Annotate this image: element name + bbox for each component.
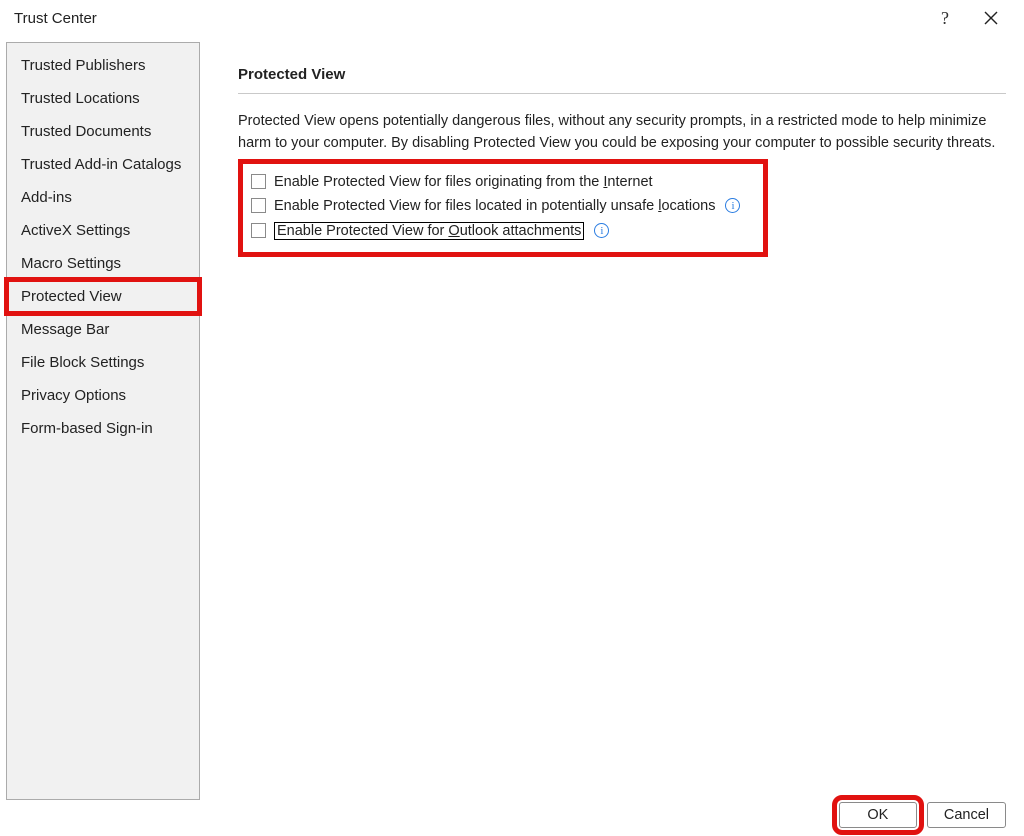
- sidebar-item-protected-view[interactable]: Protected View: [7, 280, 199, 313]
- close-icon: [984, 11, 998, 25]
- checkbox-icon[interactable]: [251, 174, 266, 189]
- help-button[interactable]: ?: [922, 0, 968, 36]
- option-label: Enable Protected View for files located …: [274, 198, 715, 214]
- checkbox-icon[interactable]: [251, 223, 266, 238]
- option-internet-files[interactable]: Enable Protected View for files originat…: [249, 170, 757, 194]
- sidebar-item-trusted-addin-catalogs[interactable]: Trusted Add-in Catalogs: [7, 148, 199, 181]
- options-highlight-box: Enable Protected View for files originat…: [238, 159, 768, 257]
- section-description: Protected View opens potentially dangero…: [238, 110, 998, 155]
- info-icon[interactable]: i: [594, 223, 609, 238]
- sidebar-item-add-ins[interactable]: Add-ins: [7, 181, 199, 214]
- window-title: Trust Center: [10, 10, 97, 27]
- option-outlook-attachments[interactable]: Enable Protected View for Outlook attach…: [249, 218, 757, 244]
- checkbox-icon[interactable]: [251, 198, 266, 213]
- sidebar-item-trusted-documents[interactable]: Trusted Documents: [7, 115, 199, 148]
- info-icon[interactable]: i: [725, 198, 740, 213]
- cancel-button[interactable]: Cancel: [927, 802, 1006, 828]
- dialog-footer: OK Cancel: [839, 802, 1006, 828]
- category-sidebar: Trusted Publishers Trusted Locations Tru…: [6, 42, 200, 800]
- option-label: Enable Protected View for Outlook attach…: [274, 222, 584, 240]
- option-label: Enable Protected View for files originat…: [274, 174, 653, 190]
- sidebar-item-message-bar[interactable]: Message Bar: [7, 313, 199, 346]
- section-title: Protected View: [238, 48, 1006, 93]
- main-panel: Protected View Protected View opens pote…: [216, 36, 1024, 790]
- sidebar-item-trusted-locations[interactable]: Trusted Locations: [7, 82, 199, 115]
- dialog-body: Trusted Publishers Trusted Locations Tru…: [0, 36, 1024, 790]
- sidebar-container: Trusted Publishers Trusted Locations Tru…: [0, 36, 216, 790]
- sidebar-item-trusted-publishers[interactable]: Trusted Publishers: [7, 49, 199, 82]
- sidebar-item-macro-settings[interactable]: Macro Settings: [7, 247, 199, 280]
- close-button[interactable]: [968, 0, 1014, 36]
- sidebar-item-form-based-sign-in[interactable]: Form-based Sign-in: [7, 412, 199, 445]
- sidebar-item-file-block-settings[interactable]: File Block Settings: [7, 346, 199, 379]
- titlebar: Trust Center ?: [0, 0, 1024, 36]
- sidebar-item-activex-settings[interactable]: ActiveX Settings: [7, 214, 199, 247]
- section-divider: [238, 93, 1006, 94]
- sidebar-item-privacy-options[interactable]: Privacy Options: [7, 379, 199, 412]
- option-unsafe-locations[interactable]: Enable Protected View for files located …: [249, 194, 757, 218]
- ok-button[interactable]: OK: [839, 802, 917, 828]
